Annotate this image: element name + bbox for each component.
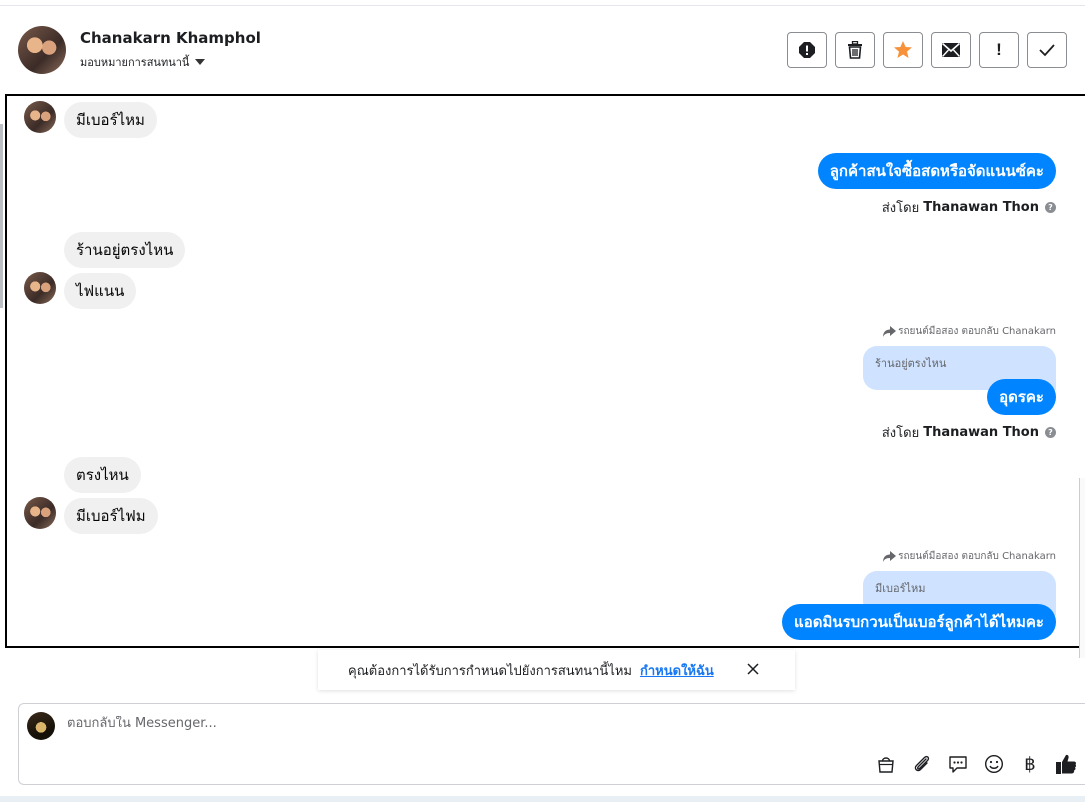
reply-note: รถยนต์มือสอง ตอบกลับ Chanakarn bbox=[883, 324, 1056, 339]
bottom-strip bbox=[0, 796, 1085, 802]
shopping-bag-icon bbox=[878, 757, 894, 773]
envelope-icon bbox=[941, 42, 961, 57]
sender-avatar[interactable] bbox=[24, 101, 56, 133]
contact-name[interactable]: Chanakarn Khamphol bbox=[80, 29, 261, 47]
like-button[interactable] bbox=[1054, 752, 1078, 776]
reply-note-text: รถยนต์มือสอง ตอบกลับ Chanakarn bbox=[898, 326, 1056, 337]
chat-bubble-icon bbox=[949, 756, 967, 773]
star-icon bbox=[894, 41, 912, 58]
reply-composer: ฿ bbox=[18, 703, 1085, 785]
exclamation-icon: ! bbox=[996, 40, 1002, 59]
incoming-message[interactable]: มีเบอร์ไฟม bbox=[64, 498, 158, 534]
help-icon[interactable]: ? bbox=[1045, 427, 1056, 438]
paperclip-icon bbox=[914, 755, 930, 772]
sent-by-name: Thanawan Thon bbox=[923, 200, 1039, 215]
message-input[interactable] bbox=[67, 716, 967, 731]
help-icon[interactable]: ? bbox=[1045, 202, 1056, 213]
header-toolbar: ! bbox=[787, 32, 1067, 68]
incoming-message[interactable]: ไฟแนน bbox=[64, 273, 137, 309]
incoming-message[interactable]: มีเบอร์ไหม bbox=[64, 102, 157, 138]
incoming-message[interactable]: ตรงไหน bbox=[64, 457, 141, 493]
assign-label: มอบหมายการสนทนานี้ bbox=[80, 56, 190, 69]
page-avatar bbox=[27, 712, 55, 740]
contact-avatar[interactable] bbox=[18, 26, 66, 74]
sender-avatar[interactable] bbox=[24, 272, 56, 304]
assign-to-me-link[interactable]: กำหนดให้ฉัน bbox=[640, 660, 714, 681]
payment-button[interactable]: ฿ bbox=[1018, 752, 1042, 776]
attach-button[interactable] bbox=[910, 752, 934, 776]
right-scrollbar[interactable] bbox=[1079, 478, 1085, 658]
reminder-text: คุณต้องการได้รับการกำหนดไปยังการสนทนานี้… bbox=[348, 663, 632, 679]
close-icon[interactable] bbox=[745, 661, 761, 677]
spam-icon bbox=[799, 42, 815, 58]
assign-reminder-bar: คุณต้องการได้รับการกำหนดไปยังการสนทนานี้… bbox=[318, 650, 795, 690]
mark-unread-button[interactable] bbox=[931, 32, 971, 68]
reply-arrow-icon bbox=[883, 326, 897, 337]
outgoing-message[interactable]: ลูกค้าสนใจซื้อสดหรือจัดแนนซ์คะ bbox=[817, 153, 1056, 189]
sent-by-label: ส่งโดย Thanawan Thon ? bbox=[882, 197, 1056, 218]
delete-button[interactable] bbox=[835, 32, 875, 68]
follow-up-button[interactable]: ! bbox=[979, 32, 1019, 68]
conversation-header: Chanakarn Khamphol มอบหมายการสนทนานี้ ! bbox=[0, 6, 1085, 94]
incoming-message[interactable]: ร้านอยู่ตรงไหน bbox=[64, 232, 186, 268]
outgoing-message[interactable]: แอดมินรบกวนเป็นเบอร์ลูกค้าได้ไหมคะ bbox=[782, 604, 1056, 640]
star-button[interactable] bbox=[883, 32, 923, 68]
composer-toolbar: ฿ bbox=[874, 752, 1078, 776]
sender-avatar[interactable] bbox=[24, 497, 56, 529]
baht-icon: ฿ bbox=[1024, 753, 1036, 775]
reply-note-text: รถยนต์มือสอง ตอบกลับ Chanakarn bbox=[898, 551, 1056, 562]
outgoing-message[interactable]: อุดรคะ bbox=[987, 379, 1056, 415]
reply-arrow-icon bbox=[883, 551, 897, 562]
sent-by-prefix: ส่งโดย bbox=[881, 426, 920, 441]
message-thread: มีเบอร์ไหม ลูกค้าสนใจซื้อสดหรือจัดแนนซ์ค… bbox=[5, 94, 1085, 648]
assign-conversation-dropdown[interactable]: มอบหมายการสนทนานี้ bbox=[80, 53, 206, 71]
reply-note: รถยนต์มือสอง ตอบกลับ Chanakarn bbox=[883, 549, 1056, 564]
smiley-icon bbox=[984, 754, 1004, 774]
sent-by-name: Thanawan Thon bbox=[923, 425, 1039, 440]
caret-down-icon bbox=[195, 59, 206, 65]
sent-by-label: ส่งโดย Thanawan Thon ? bbox=[882, 422, 1056, 443]
left-scrollbar[interactable] bbox=[0, 124, 3, 308]
shop-button[interactable] bbox=[874, 752, 898, 776]
check-icon bbox=[1039, 44, 1055, 57]
sent-by-prefix: ส่งโดย bbox=[881, 201, 920, 216]
trash-icon bbox=[848, 41, 862, 59]
mark-spam-button[interactable] bbox=[787, 32, 827, 68]
thumbs-up-icon bbox=[1056, 754, 1077, 774]
emoji-button[interactable] bbox=[982, 752, 1006, 776]
saved-replies-button[interactable] bbox=[946, 752, 970, 776]
mark-done-button[interactable] bbox=[1027, 32, 1067, 68]
